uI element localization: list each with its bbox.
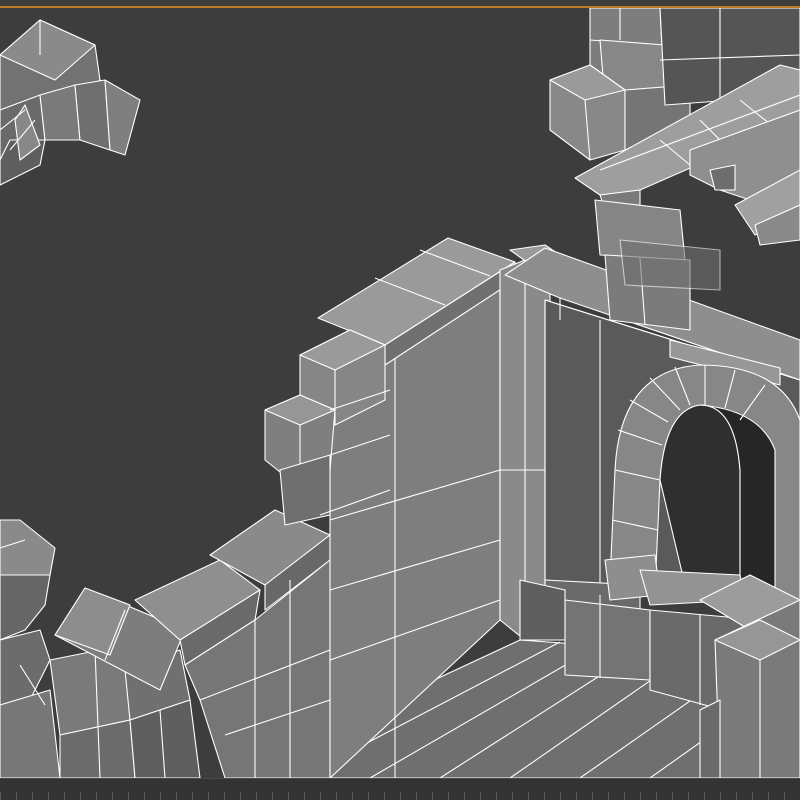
left-ruined-wall	[0, 509, 331, 778]
viewport-bottom-bar	[0, 778, 800, 800]
timeline-ruler[interactable]	[0, 792, 800, 800]
perspective-viewport[interactable]	[0, 8, 800, 778]
viewport-canvas[interactable]	[0, 8, 800, 778]
3d-app-window	[0, 0, 800, 800]
arch-fragment-top-left	[0, 19, 141, 186]
